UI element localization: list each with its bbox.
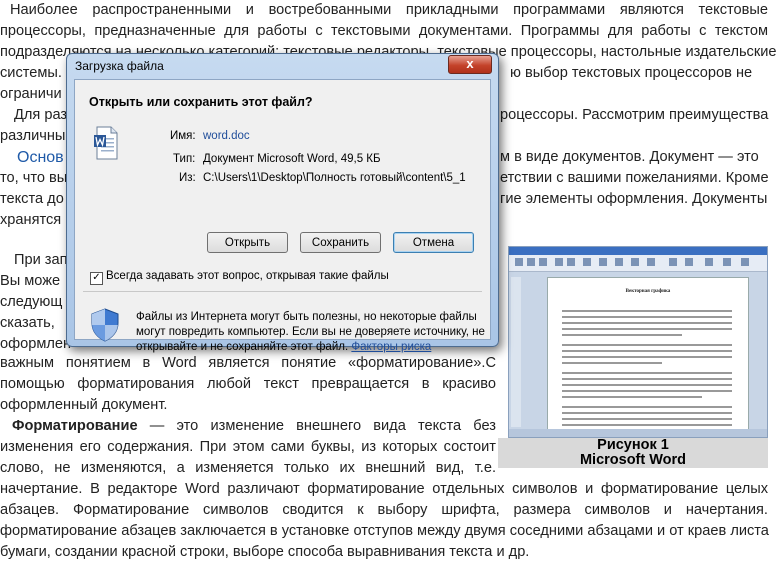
warning-line: Файлы из Интернета могут быть полезны, н… xyxy=(136,311,477,323)
file-download-dialog: Загрузка файла x Открыть или сохранить э… xyxy=(66,53,499,353)
file-name: word.doc xyxy=(203,130,250,142)
text-line: изменения его содержания. При этом сами … xyxy=(0,439,496,455)
text-line: оформленный документ. xyxy=(0,397,168,413)
text-line: абзацев. Форматирование символов сводитс… xyxy=(0,502,768,518)
type-label: Тип: xyxy=(173,153,196,165)
cancel-button[interactable]: Отмена xyxy=(393,232,474,253)
file-source: C:\Users\1\Desktop\Полность готовый\cont… xyxy=(203,172,466,184)
close-button[interactable]: x xyxy=(448,55,492,74)
risk-factors-link[interactable]: Факторы риска xyxy=(351,341,431,353)
text-line: помощью форматирования любой текст превр… xyxy=(0,376,496,392)
dialog-body: Открыть или сохранить этот файл? Имя: wo… xyxy=(74,79,491,353)
file-type: Документ Microsoft Word, 49,5 КБ xyxy=(203,153,381,165)
close-icon: x xyxy=(466,56,474,71)
word-document-icon xyxy=(94,126,118,160)
text-line: процессоры, предназначенные для работы с… xyxy=(0,23,768,39)
caption-line-2: Microsoft Word xyxy=(579,452,687,468)
security-warning: Файлы из Интернета могут быть полезны, н… xyxy=(136,310,485,355)
from-label: Из: xyxy=(179,172,196,184)
checkmark-icon: ✓ xyxy=(92,272,101,283)
text-line: гие элементы оформления. Документы xyxy=(500,191,768,207)
text-line: начертание. В редакторе Word различают ф… xyxy=(0,481,768,497)
caption-line-1: Рисунок 1 xyxy=(597,437,669,453)
text-line: Наиболее распространенными и востребован… xyxy=(10,2,768,18)
word-toolbar xyxy=(509,255,767,272)
text-line: ю выбор текстовых процессоров не xyxy=(510,65,753,81)
divider xyxy=(83,291,482,292)
dialog-titlebar[interactable]: Загрузка файла x xyxy=(67,54,498,78)
word-titlebar xyxy=(509,247,767,255)
word-side-ruler xyxy=(511,277,521,427)
word-page: Векторная графика xyxy=(547,277,749,437)
term-formatting: Форматирование xyxy=(12,418,138,434)
text-line: Форматирование — это изменение внешнего … xyxy=(12,418,496,434)
open-button[interactable]: Открыть xyxy=(207,232,288,253)
text-line: етствии с вашими пожеланиями. Кроме xyxy=(500,170,769,186)
warning-line: открывайте и не сохраняйте этот файл. Фа… xyxy=(136,341,432,353)
text-line: бумаги, создании красной строки, выборе … xyxy=(0,544,530,560)
text-line: м в виде документов. Документ — это xyxy=(500,149,759,165)
word-window-thumbnail: Векторная графика xyxy=(508,246,768,438)
word-page-title: Векторная графика xyxy=(625,289,671,294)
text-line: важным понятием в Word является понятие … xyxy=(0,355,496,371)
word-statusbar xyxy=(509,429,767,437)
save-button[interactable]: Сохранить xyxy=(300,232,381,253)
dialog-title: Загрузка файла xyxy=(75,59,164,73)
warning-line: могут повредить компьютер. Если вы не до… xyxy=(136,326,485,338)
figure-caption: Рисунок 1 Microsoft Word xyxy=(498,438,768,468)
always-ask-label[interactable]: Всегда задавать этот вопрос, открывая та… xyxy=(106,270,389,282)
figure-word-screenshot: Векторная графика Рисунок 1 Microsoft Wo… xyxy=(498,242,768,468)
name-label: Имя: xyxy=(170,130,196,142)
security-shield-icon xyxy=(91,308,119,342)
text-line: слово, не изменяются, а изменяется тольк… xyxy=(0,460,496,476)
dialog-question: Открыть или сохранить этот файл? xyxy=(89,95,313,109)
always-ask-checkbox[interactable]: ✓ xyxy=(90,272,103,285)
text-line: форматирование абзацев заключается в уст… xyxy=(0,523,769,539)
text-line: роцессоры. Рассмотрим преимущества xyxy=(500,107,769,123)
